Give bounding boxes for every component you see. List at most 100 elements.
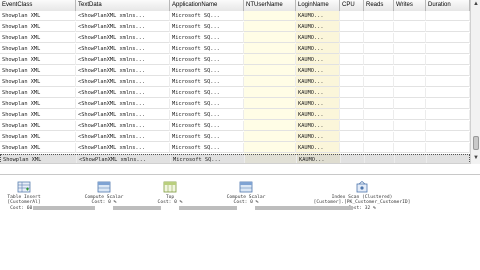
cell-empty	[340, 66, 364, 76]
grid-header: EventClass TextData ApplicationName NTUserN…	[0, 0, 470, 11]
plan-node-top[interactable]: Top Cost: 0 %	[150, 181, 190, 206]
table-row[interactable]: Showplan XML <ShowPlanXML xmlns... Microso…	[0, 99, 470, 109]
cell-ntuser	[244, 33, 296, 43]
cell-text: <ShowPlanXML xmlns...	[76, 55, 170, 65]
cell-login: KAUMO...	[296, 110, 340, 120]
table-row[interactable]: Showplan XML <ShowPlanXML xmlns... Microso…	[0, 143, 470, 153]
cell-app: Microsoft SQ...	[170, 11, 244, 21]
plan-node-compute-scalar[interactable]: Compute Scalar Cost: 0 %	[218, 181, 274, 206]
cell-event: Showplan XML	[0, 66, 76, 76]
cell-empty	[364, 99, 394, 109]
scroll-down-arrow-icon[interactable]: ▼	[472, 154, 480, 162]
cell-empty	[364, 55, 394, 65]
column-header-cpu[interactable]: CPU	[340, 0, 364, 11]
cell-ntuser	[244, 121, 296, 131]
cell-text: <ShowPlanXML xmlns...	[76, 143, 170, 153]
table-row[interactable]: Showplan XML <ShowPlanXML xmlns... Microso…	[0, 66, 470, 76]
column-header-duration[interactable]: Duration	[426, 0, 470, 11]
cell-login: KAUMO...	[296, 143, 340, 153]
cell-text: <ShowPlanXML xmlns...	[76, 77, 170, 87]
cell-event: Showplan XML	[0, 99, 76, 109]
cell-empty	[340, 143, 364, 153]
grid-body: Showplan XML <ShowPlanXML xmlns... Microso…	[0, 11, 471, 164]
cell-text: <ShowPlanXML xmlns...	[76, 88, 170, 98]
column-header-textdata[interactable]: TextData	[76, 0, 170, 11]
table-row[interactable]: Showplan XML <ShowPlanXML xmlns... Microso…	[0, 121, 470, 131]
cell-ntuser	[244, 44, 296, 54]
cell-empty	[340, 22, 364, 32]
cell-ntuser	[244, 99, 296, 109]
plan-node-label: Cost: 0 %	[157, 200, 183, 206]
column-header-reads[interactable]: Reads	[364, 0, 394, 11]
cell-event: Showplan XML	[0, 55, 76, 65]
cell-empty	[340, 121, 364, 131]
column-header-eventclass[interactable]: EventClass	[0, 0, 76, 11]
cell-empty	[426, 33, 470, 43]
cell-login: KAUMO...	[296, 121, 340, 131]
table-insert-icon	[2, 181, 46, 193]
cell-app: Microsoft SQ...	[170, 99, 244, 109]
cell-event: Showplan XML	[0, 33, 76, 43]
cell-app: Microsoft SQ...	[170, 143, 244, 153]
plan-connector-arrow	[179, 206, 237, 210]
compute-scalar-icon	[218, 181, 274, 193]
cell-ntuser	[244, 55, 296, 65]
cell-text: <ShowPlanXML xmlns...	[76, 121, 170, 131]
cell-empty	[364, 22, 394, 32]
column-header-ntusername[interactable]: NTUserName	[244, 0, 296, 11]
cell-empty	[364, 44, 394, 54]
cell-text: <ShowPlanXML xmlns...	[76, 66, 170, 76]
horizontal-scrollbar[interactable]: ⋮	[0, 163, 470, 164]
cell-empty	[394, 99, 426, 109]
cell-event: Showplan XML	[0, 77, 76, 87]
table-row[interactable]: Showplan XML <ShowPlanXML xmlns... Microso…	[0, 77, 470, 87]
cell-empty	[364, 33, 394, 43]
cell-empty	[394, 88, 426, 98]
cell-ntuser	[244, 66, 296, 76]
cell-empty	[394, 22, 426, 32]
top-icon	[150, 181, 190, 193]
column-header-writes[interactable]: Writes	[394, 0, 426, 11]
cell-empty	[394, 110, 426, 120]
table-row[interactable]: Showplan XML <ShowPlanXML xmlns... Microso…	[0, 55, 470, 65]
cell-empty	[340, 55, 364, 65]
vertical-scrollbar[interactable]: ▲ ▼	[470, 0, 480, 164]
table-row[interactable]: Showplan XML <ShowPlanXML xmlns... Microso…	[0, 11, 470, 21]
cell-empty	[364, 77, 394, 87]
cell-app: Microsoft SQ...	[170, 22, 244, 32]
cell-empty	[426, 99, 470, 109]
cell-login: KAUMO...	[296, 11, 340, 21]
cell-empty	[364, 88, 394, 98]
cell-empty	[426, 110, 470, 120]
cell-empty	[426, 121, 470, 131]
cell-empty	[426, 143, 470, 153]
cell-event: Showplan XML	[0, 44, 76, 54]
cell-empty	[394, 55, 426, 65]
column-header-loginname[interactable]: LoginName	[296, 0, 340, 11]
cell-empty	[340, 44, 364, 54]
cell-login: KAUMO...	[296, 77, 340, 87]
cell-event: Showplan XML	[0, 143, 76, 153]
cell-empty	[364, 66, 394, 76]
cell-event: Showplan XML	[0, 121, 76, 131]
plan-connector-arrow	[113, 206, 161, 210]
table-row[interactable]: Showplan XML <ShowPlanXML xmlns... Microso…	[0, 22, 470, 32]
column-header-applicationname[interactable]: ApplicationName	[170, 0, 244, 11]
scroll-up-arrow-icon[interactable]: ▲	[472, 0, 480, 8]
table-row[interactable]: Showplan XML <ShowPlanXML xmlns... Microso…	[0, 132, 470, 142]
cell-event: Showplan XML	[0, 132, 76, 142]
plan-connector-arrow	[33, 206, 95, 210]
vertical-scroll-thumb[interactable]	[473, 136, 479, 150]
cell-empty	[394, 132, 426, 142]
table-row[interactable]: Showplan XML <ShowPlanXML xmlns... Microso…	[0, 110, 470, 120]
cell-empty	[426, 22, 470, 32]
plan-connector-arrow	[255, 206, 353, 210]
cell-login: KAUMO...	[296, 22, 340, 32]
table-row[interactable]: Showplan XML <ShowPlanXML xmlns... Microso…	[0, 33, 470, 43]
cell-empty	[394, 143, 426, 153]
trace-grid: EventClass TextData ApplicationName NTUserN…	[0, 0, 480, 164]
cell-app: Microsoft SQ...	[170, 77, 244, 87]
table-row[interactable]: Showplan XML <ShowPlanXML xmlns... Microso…	[0, 88, 470, 98]
plan-node-compute-scalar[interactable]: Compute Scalar Cost: 0 %	[76, 181, 132, 206]
table-row[interactable]: Showplan XML <ShowPlanXML xmlns... Microso…	[0, 44, 470, 54]
